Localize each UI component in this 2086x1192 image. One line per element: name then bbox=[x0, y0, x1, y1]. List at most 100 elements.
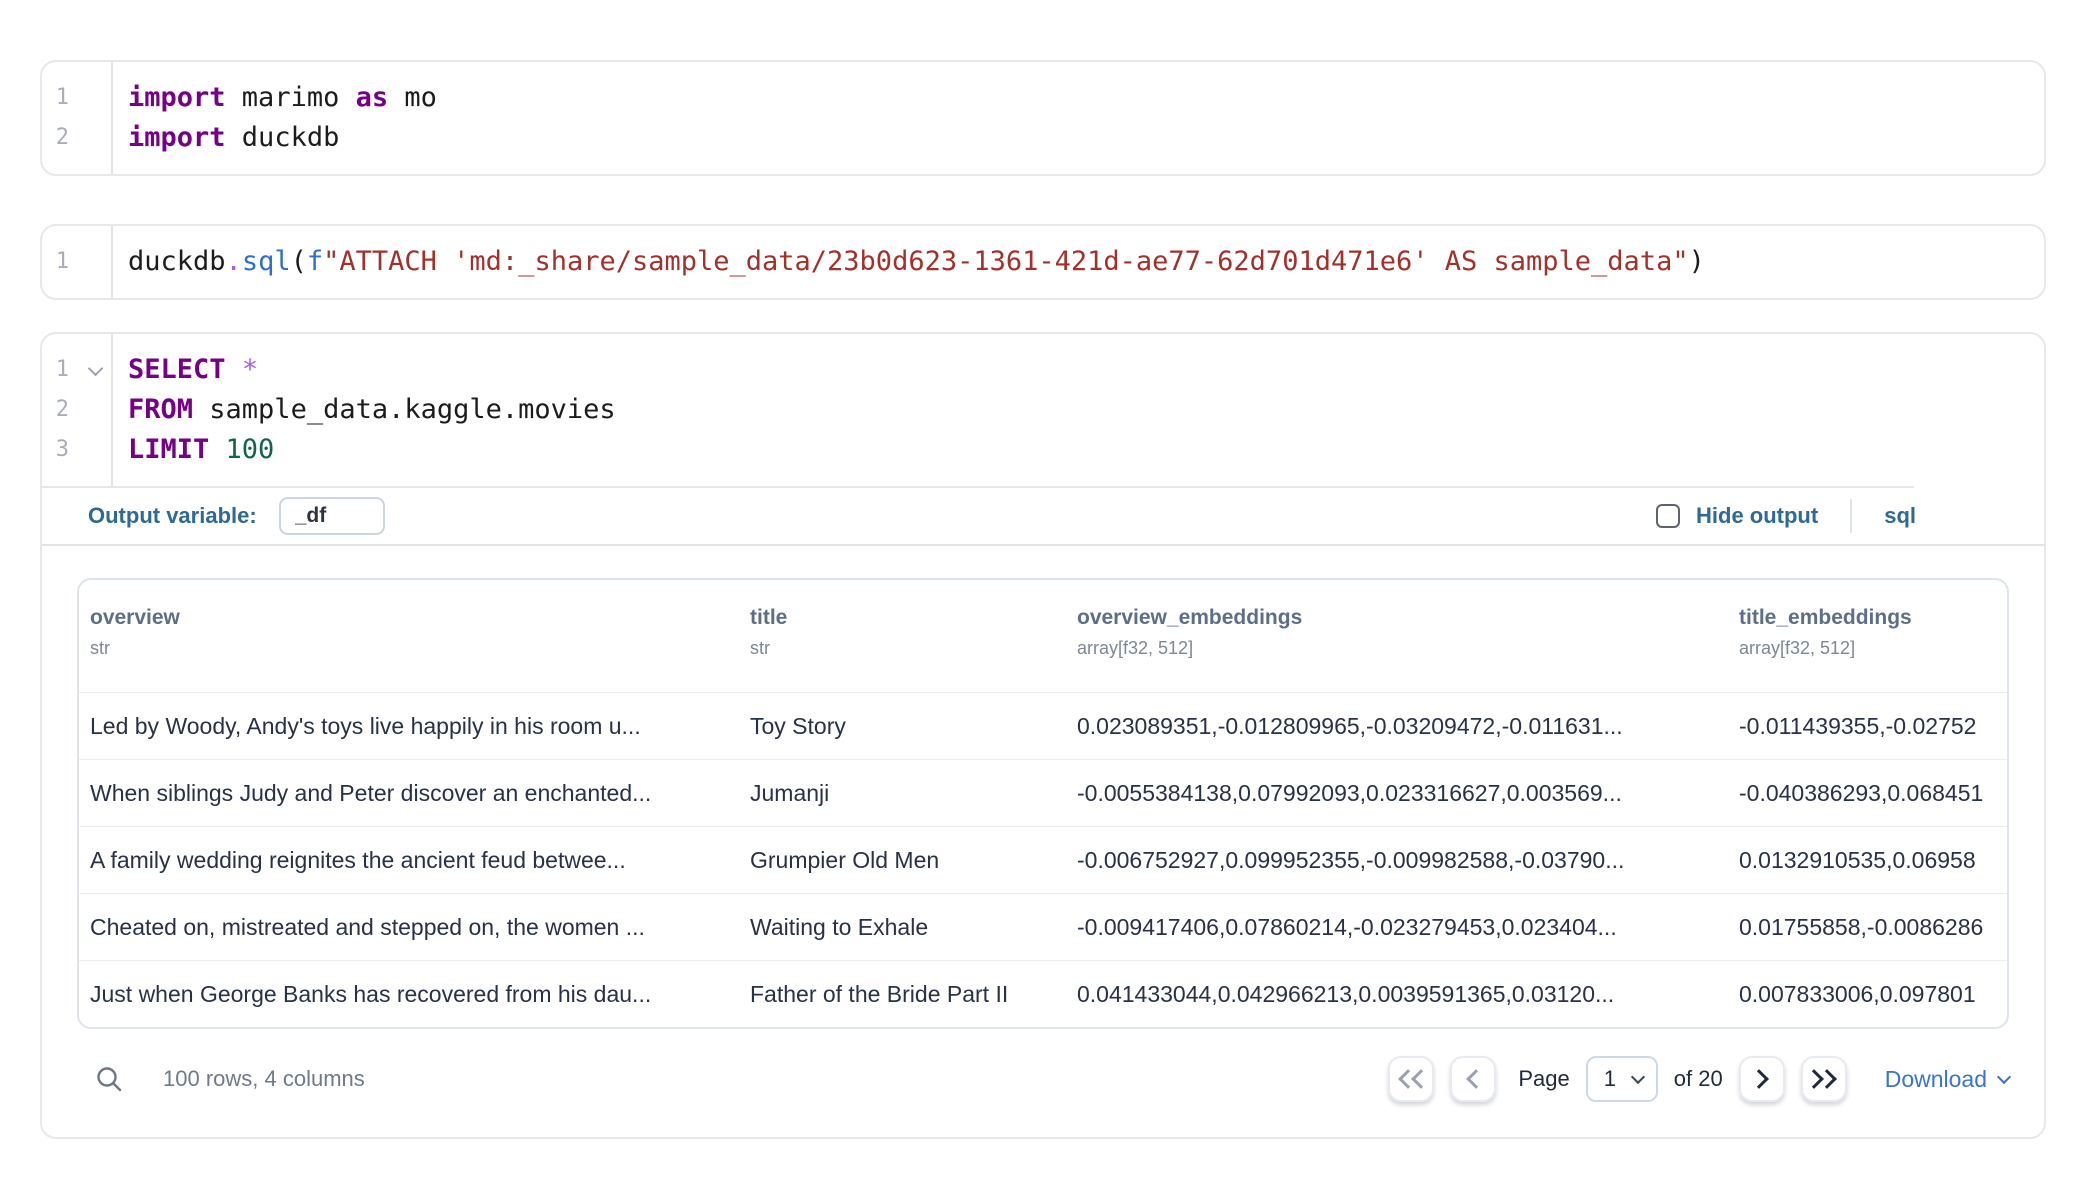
line-number: 2 bbox=[42, 118, 111, 158]
code-token: duckdb bbox=[226, 122, 340, 153]
table-cell: 0.0132910535,0.06958 bbox=[1728, 847, 2007, 874]
code-token: . bbox=[226, 246, 242, 277]
table-body: Led by Woody, Andy's toys live happily i… bbox=[79, 692, 2007, 1027]
sql-cell: 123SELECT *FROM sample_data.kaggle.movie… bbox=[40, 332, 2046, 1139]
dataframe-table: overview str title str overview_embeddin… bbox=[77, 578, 2009, 1029]
code-token: ) bbox=[1689, 246, 1705, 277]
code-line: SELECT * bbox=[128, 350, 2044, 390]
column-type: array[f32, 512] bbox=[1739, 638, 2007, 659]
line-number-gutter: 123 bbox=[42, 334, 113, 486]
code-token: LIMIT bbox=[128, 434, 209, 465]
column-header-title[interactable]: title str bbox=[739, 580, 1066, 692]
line-number: 1 bbox=[42, 242, 111, 282]
table-cell: When siblings Judy and Peter discover an… bbox=[79, 780, 739, 807]
table-cell: -0.006752927,0.099952355,-0.009982588,-0… bbox=[1066, 847, 1728, 874]
column-header-title-embeddings[interactable]: title_embeddings array[f32, 512] bbox=[1728, 580, 2007, 692]
double-chevron-left-icon bbox=[1398, 1072, 1424, 1086]
code-cell-attach: 1duckdb.sql(f"ATTACH 'md:_share/sample_d… bbox=[40, 224, 2046, 300]
column-header-overview-embeddings[interactable]: overview_embeddings array[f32, 512] bbox=[1066, 580, 1728, 692]
first-page-button[interactable] bbox=[1388, 1056, 1434, 1102]
code-editor-content[interactable]: import marimo as moimport duckdb bbox=[113, 62, 2044, 174]
table-cell: Waiting to Exhale bbox=[739, 914, 1066, 941]
code-token: ( bbox=[291, 246, 307, 277]
table-cell: 0.023089351,-0.012809965,-0.03209472,-0.… bbox=[1066, 713, 1728, 740]
code-line: LIMIT 100 bbox=[128, 430, 2044, 470]
table-cell: A family wedding reignites the ancient f… bbox=[79, 847, 739, 874]
code-line: import marimo as mo bbox=[128, 78, 2044, 118]
code-editor[interactable]: 123SELECT *FROM sample_data.kaggle.movie… bbox=[42, 334, 2044, 486]
chevron-down-icon bbox=[1997, 1069, 2011, 1083]
chevron-left-icon bbox=[1466, 1069, 1486, 1089]
code-line: import duckdb bbox=[128, 118, 2044, 158]
code-line: FROM sample_data.kaggle.movies bbox=[128, 390, 2044, 430]
output-variable-input[interactable] bbox=[279, 497, 385, 535]
code-token: import bbox=[128, 82, 226, 113]
line-number: 3 bbox=[42, 430, 111, 470]
table-cell: Led by Woody, Andy's toys live happily i… bbox=[79, 713, 739, 740]
page-total-label: of 20 bbox=[1674, 1066, 1723, 1092]
table-cell: 0.007833006,0.097801 bbox=[1728, 981, 2007, 1008]
code-token: FROM bbox=[128, 394, 193, 425]
column-name: title_embeddings bbox=[1739, 606, 2007, 630]
hide-output-checkbox[interactable] bbox=[1656, 504, 1680, 528]
column-header-overview[interactable]: overview str bbox=[79, 580, 739, 692]
code-cell-imports: 12import marimo as moimport duckdb bbox=[40, 60, 2046, 176]
table-cell: Toy Story bbox=[739, 713, 1066, 740]
column-type: array[f32, 512] bbox=[1077, 638, 1728, 659]
sql-cell-toolbar: Output variable: Hide output sql bbox=[42, 488, 2044, 544]
code-token: sql bbox=[242, 246, 291, 277]
table-cell: -0.040386293,0.068451 bbox=[1728, 780, 2007, 807]
table-cell: Just when George Banks has recovered fro… bbox=[79, 981, 739, 1008]
code-token: marimo bbox=[226, 82, 356, 113]
code-token: "ATTACH 'md:_share/sample_data/23b0d623-… bbox=[323, 246, 1688, 277]
column-name: title bbox=[750, 606, 1066, 630]
page-label: Page bbox=[1518, 1066, 1569, 1092]
table-cell: -0.0055384138,0.07992093,0.023316627,0.0… bbox=[1066, 780, 1728, 807]
table-row: Led by Woody, Andy's toys live happily i… bbox=[79, 692, 2007, 759]
row-count-summary: 100 rows, 4 columns bbox=[163, 1066, 365, 1092]
code-editor-content[interactable]: duckdb.sql(f"ATTACH 'md:_share/sample_da… bbox=[113, 226, 2044, 298]
code-token: sample_data.kaggle.movies bbox=[193, 394, 616, 425]
code-token bbox=[226, 354, 242, 385]
table-row: Just when George Banks has recovered fro… bbox=[79, 960, 2007, 1027]
code-editor[interactable]: 12import marimo as moimport duckdb bbox=[42, 62, 2044, 174]
line-number-gutter: 12 bbox=[42, 62, 113, 174]
next-page-button[interactable] bbox=[1739, 1056, 1785, 1102]
code-token bbox=[209, 434, 225, 465]
code-token: as bbox=[356, 82, 389, 113]
table-cell: Cheated on, mistreated and stepped on, t… bbox=[79, 914, 739, 941]
code-editor[interactable]: 1duckdb.sql(f"ATTACH 'md:_share/sample_d… bbox=[42, 226, 2044, 298]
table-row: A family wedding reignites the ancient f… bbox=[79, 826, 2007, 893]
pagination: Page 1 of 20 Download bbox=[1388, 1056, 2009, 1102]
table-row: Cheated on, mistreated and stepped on, t… bbox=[79, 893, 2007, 960]
hide-output-label[interactable]: Hide output bbox=[1696, 503, 1818, 529]
language-badge[interactable]: sql bbox=[1884, 503, 1916, 529]
download-button[interactable]: Download bbox=[1885, 1066, 2009, 1093]
code-token: * bbox=[242, 354, 258, 385]
table-cell: Jumanji bbox=[739, 780, 1066, 807]
table-cell: 0.01755858,-0.0086286 bbox=[1728, 914, 2007, 941]
last-page-button[interactable] bbox=[1801, 1056, 1847, 1102]
prev-page-button[interactable] bbox=[1450, 1056, 1496, 1102]
code-token: import bbox=[128, 122, 226, 153]
page-number-select[interactable]: 1 bbox=[1586, 1056, 1658, 1102]
divider bbox=[1850, 499, 1852, 533]
double-chevron-right-icon bbox=[1811, 1072, 1837, 1086]
chevron-right-icon bbox=[1749, 1069, 1769, 1089]
line-number: 1 bbox=[42, 78, 111, 118]
table-cell: Father of the Bride Part II bbox=[739, 981, 1066, 1008]
download-label: Download bbox=[1885, 1066, 1987, 1093]
code-token: 100 bbox=[226, 434, 275, 465]
table-cell: -0.011439355,-0.02752 bbox=[1728, 713, 2007, 740]
search-icon[interactable] bbox=[95, 1065, 123, 1093]
code-token: mo bbox=[388, 82, 437, 113]
line-number: 2 bbox=[42, 390, 111, 430]
line-number-gutter: 1 bbox=[42, 226, 113, 298]
column-type: str bbox=[750, 638, 1066, 659]
fold-chevron-icon[interactable] bbox=[88, 361, 104, 377]
code-token: f bbox=[307, 246, 323, 277]
table-footer: 100 rows, 4 columns Page 1 of 20 bbox=[77, 1043, 2009, 1115]
table-header-row: overview str title str overview_embeddin… bbox=[79, 580, 2007, 692]
code-editor-content[interactable]: SELECT *FROM sample_data.kaggle.moviesLI… bbox=[113, 334, 2044, 486]
code-token: SELECT bbox=[128, 354, 226, 385]
